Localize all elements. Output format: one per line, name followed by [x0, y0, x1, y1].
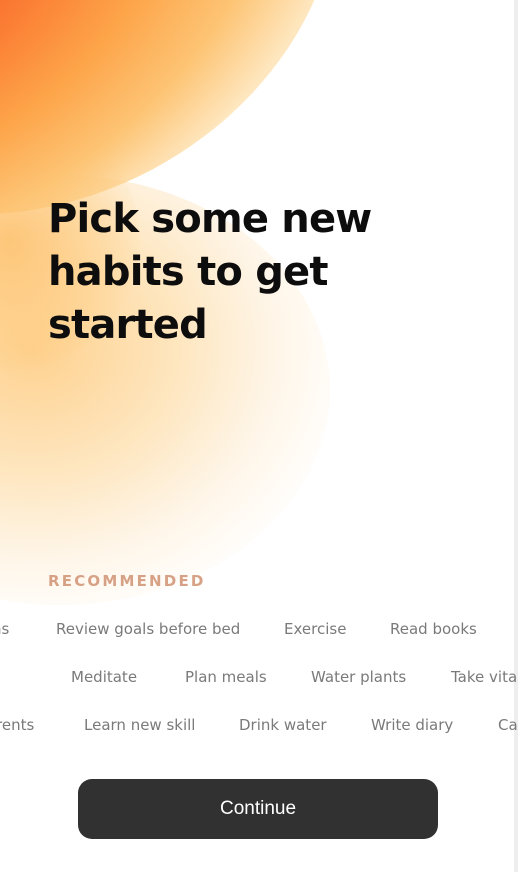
continue-button[interactable]: Continue: [78, 779, 438, 839]
habit-chip[interactable]: Learn new skill: [84, 710, 195, 740]
section-label-recommended: RECOMMENDED: [48, 572, 206, 590]
habit-chip[interactable]: Ca: [498, 710, 518, 740]
habit-chip[interactable]: ns: [0, 614, 9, 644]
habit-chip[interactable]: Read books: [390, 614, 477, 644]
habit-chip[interactable]: Review goals before bed: [56, 614, 240, 644]
habit-chip[interactable]: Drink water: [239, 710, 327, 740]
onboarding-screen: Pick some new habits to get started RECO…: [0, 0, 518, 872]
habit-chip[interactable]: Exercise: [284, 614, 346, 644]
habit-chip[interactable]: rents: [0, 710, 34, 740]
habit-chip[interactable]: Water plants: [311, 662, 406, 692]
habit-chip[interactable]: Take vitan: [451, 662, 518, 692]
habit-chip[interactable]: Write diary: [371, 710, 453, 740]
habit-chip[interactable]: Plan meals: [185, 662, 267, 692]
habit-chip[interactable]: Meditate: [71, 662, 137, 692]
scrollbar-track: [514, 0, 518, 872]
page-title: Pick some new habits to get started: [48, 196, 372, 348]
